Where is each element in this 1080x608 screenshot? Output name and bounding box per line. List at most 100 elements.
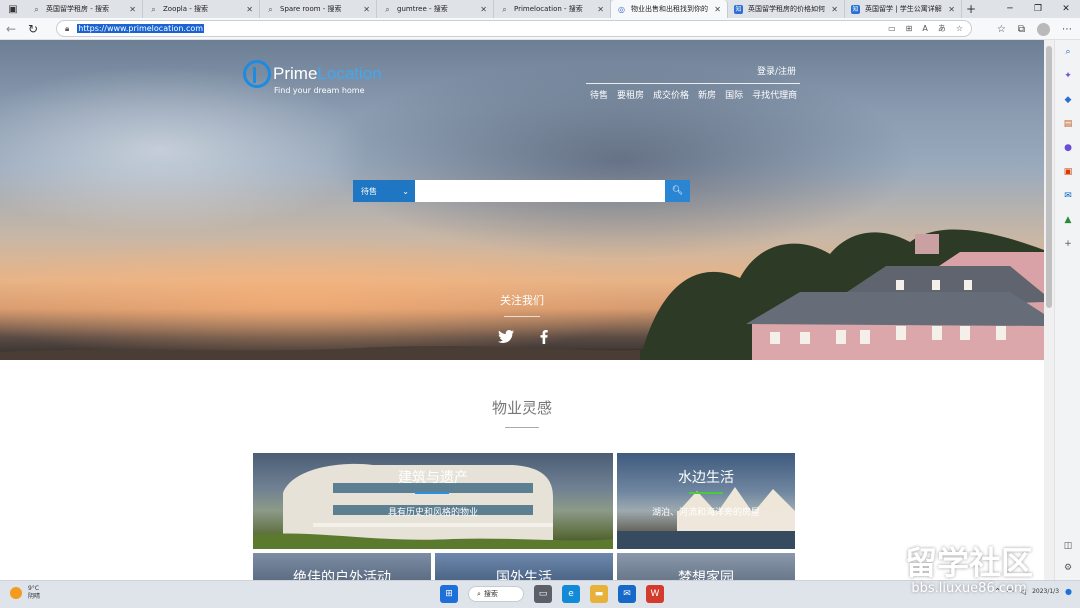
search-type-select[interactable]: 待售 ⌄ xyxy=(353,180,415,202)
collections-icon[interactable]: ⧉ xyxy=(1018,24,1025,35)
search-icon: ⌕ xyxy=(502,4,507,14)
grid-icon[interactable]: ⊞ xyxy=(906,24,913,33)
web-page: PrimeLocation Find your dream home 登录/注册… xyxy=(0,40,1044,580)
favorite-star-icon[interactable]: ☆ xyxy=(956,24,963,33)
browser-tab[interactable]: ⌕ Zoopla - 搜索 ✕ xyxy=(143,0,260,18)
back-icon[interactable]: ← xyxy=(0,18,22,40)
logo-wordmark: PrimeLocation xyxy=(273,64,382,83)
favorites-icon[interactable]: ☆ xyxy=(997,24,1006,35)
card-title: 建筑与遗产 xyxy=(398,470,468,486)
nav-item-sold-prices[interactable]: 成交价格 xyxy=(653,88,689,101)
card-accent-bar xyxy=(415,492,449,494)
settings-gear-icon[interactable]: ⚙ xyxy=(1062,562,1074,574)
search-type-value: 待售 xyxy=(361,186,377,196)
address-bar[interactable]: 🔒︎ https://www.primelocation.com ▭ ⊞ A あ… xyxy=(56,20,972,37)
facebook-icon[interactable] xyxy=(540,330,548,344)
games-icon[interactable]: ● xyxy=(1062,142,1074,154)
section-divider xyxy=(505,427,539,428)
login-register-link[interactable]: 登录/注册 xyxy=(757,64,796,77)
tools-icon[interactable]: ▤ xyxy=(1062,118,1074,130)
taskbar-search[interactable]: ⌕ 搜索 xyxy=(468,586,524,602)
close-tab-icon[interactable]: ✕ xyxy=(831,5,838,14)
sidebar-layout-icon[interactable]: ◫ xyxy=(1062,540,1074,552)
zhihu-icon: 知 xyxy=(734,4,743,14)
office-icon[interactable]: ▣ xyxy=(1062,166,1074,178)
nav-item-international[interactable]: 国际 xyxy=(725,88,743,101)
tab-title: Spare room - 搜索 xyxy=(280,5,342,13)
nav-item-to-rent[interactable]: 要租房 xyxy=(617,88,644,101)
restore-icon[interactable]: ❐ xyxy=(1024,0,1052,18)
close-tab-icon[interactable]: ✕ xyxy=(597,5,604,14)
tab-title: gumtree - 搜索 xyxy=(397,5,448,13)
weather-temp: 9°C xyxy=(28,585,40,592)
browser-tab[interactable]: ⌕ Primelocation - 搜索 ✕ xyxy=(494,0,611,18)
refresh-icon[interactable]: ↻ xyxy=(22,18,44,40)
search-icon: ⌕ xyxy=(477,589,481,598)
scrollbar-thumb[interactable] xyxy=(1046,46,1052,308)
mail-icon[interactable]: ✉ xyxy=(618,585,636,603)
notification-icon[interactable]: ● xyxy=(1065,587,1072,596)
card-waterside-living[interactable]: 水边生活 湖泊、河流和海洋旁的房屋 xyxy=(617,453,795,549)
twitter-icon[interactable] xyxy=(498,330,514,343)
close-tab-icon[interactable]: ✕ xyxy=(948,5,955,14)
close-window-icon[interactable]: ✕ xyxy=(1052,0,1080,18)
browser-tab[interactable]: ⌕ 英国留学租房 - 搜索 ✕ xyxy=(26,0,143,18)
zhihu-icon: 知 xyxy=(851,4,860,14)
edge-icon[interactable]: e xyxy=(562,585,580,603)
close-tab-icon[interactable]: ✕ xyxy=(363,5,370,14)
copilot-icon[interactable]: ✦ xyxy=(1062,70,1074,82)
browser-tab[interactable]: ⌕ Spare room - 搜索 ✕ xyxy=(260,0,377,18)
url-text[interactable]: https://www.primelocation.com xyxy=(77,24,205,33)
hero-banner: PrimeLocation Find your dream home 登录/注册… xyxy=(0,40,1044,360)
search-input[interactable] xyxy=(415,180,665,202)
weather-widget[interactable]: 9°C 阴晴 xyxy=(10,585,40,601)
profile-avatar[interactable] xyxy=(1037,22,1050,36)
new-tab-icon[interactable]: + xyxy=(962,2,980,16)
watermark-url: bbs.liuxue86.com xyxy=(911,581,1027,596)
close-tab-icon[interactable]: ✕ xyxy=(246,5,253,14)
shopping-tag-icon[interactable]: ◆ xyxy=(1062,94,1074,106)
nav-item-new-homes[interactable]: 新房 xyxy=(698,88,716,101)
search-icon[interactable]: ⌕ xyxy=(1062,46,1074,58)
card-living-abroad[interactable]: 国外生活 xyxy=(435,553,613,580)
file-explorer-icon[interactable]: ▬ xyxy=(590,585,608,603)
translate-icon[interactable]: あ xyxy=(938,23,946,34)
tab-title: Zoopla - 搜索 xyxy=(163,5,209,13)
task-view-icon[interactable]: ▭ xyxy=(534,585,552,603)
card-title: 水边生活 xyxy=(678,470,734,486)
wps-icon[interactable]: W xyxy=(646,585,664,603)
nav-item-for-sale[interactable]: 待售 xyxy=(590,88,608,101)
card-title: 梦想家园 xyxy=(678,570,734,580)
add-icon[interactable]: + xyxy=(1062,238,1074,250)
outlook-icon[interactable]: ✉ xyxy=(1062,190,1074,202)
nav-item-find-agent[interactable]: 寻找代理商 xyxy=(752,88,797,101)
browser-tab[interactable]: 知 英国留学租房的价格如何 ✕ xyxy=(728,0,845,18)
browser-tab-active[interactable]: ◎ 物业出售和出租找到你的 ✕ xyxy=(611,0,728,18)
search-icon: ⌕ xyxy=(151,4,156,14)
taskbar-date[interactable]: 2023/1/3 xyxy=(1032,588,1059,595)
card-dream-homes[interactable]: 梦想家园 xyxy=(617,553,795,580)
card-subtitle: 具有历史和风格的物业 xyxy=(387,508,478,518)
more-menu-icon[interactable]: ⋯ xyxy=(1062,24,1072,35)
browser-tab[interactable]: 知 英国留学 | 学生公寓详解 ✕ xyxy=(845,0,962,18)
card-great-outdoors[interactable]: 绝佳的户外活动 xyxy=(253,553,431,580)
tab-actions-icon[interactable]: ▣ xyxy=(0,0,26,18)
follow-us-label: 关注我们 xyxy=(500,294,544,307)
close-tab-icon[interactable]: ✕ xyxy=(480,5,487,14)
drop-icon[interactable]: ▲ xyxy=(1062,214,1074,226)
page-scrollbar[interactable] xyxy=(1044,40,1054,580)
card-architecture-heritage[interactable]: 建筑与遗产 具有历史和风格的物业 xyxy=(253,453,613,549)
close-tab-icon[interactable]: ✕ xyxy=(129,5,136,14)
logo-tagline: Find your dream home xyxy=(274,86,365,95)
read-aloud-icon[interactable]: A xyxy=(922,24,927,33)
close-tab-icon[interactable]: ✕ xyxy=(714,5,721,14)
tab-title: 英国留学租房的价格如何 xyxy=(748,5,825,13)
browser-toolbar: ← ↻ 🔒︎ https://www.primelocation.com ▭ ⊞… xyxy=(0,18,1080,40)
windows-start-icon[interactable]: ⊞ xyxy=(440,585,458,603)
app-available-icon[interactable]: ▭ xyxy=(888,24,896,33)
search-icon: ⌕ xyxy=(34,4,39,14)
lock-icon[interactable]: 🔒︎ xyxy=(65,24,69,34)
browser-tab[interactable]: ⌕ gumtree - 搜索 ✕ xyxy=(377,0,494,18)
minimize-icon[interactable]: ─ xyxy=(996,0,1024,18)
search-button[interactable]: 🔍︎ xyxy=(665,180,690,202)
